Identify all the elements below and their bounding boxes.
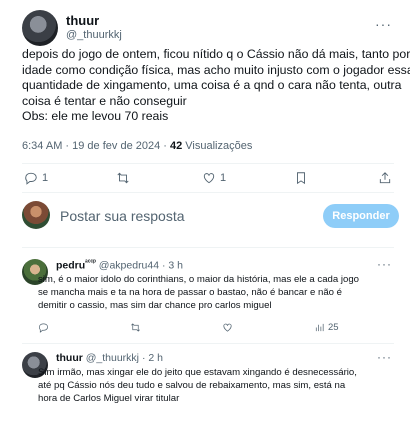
- comment-time[interactable]: · 2 h: [142, 352, 163, 364]
- comment-text: sim, é o maior idolo do corinthians, o m…: [38, 273, 410, 312]
- divider: [22, 343, 394, 344]
- views-count: 42: [169, 140, 183, 152]
- comment-text: Sim irmão, mas xingar ele do jeito que e…: [38, 366, 410, 405]
- divider: [22, 163, 394, 164]
- comment-views-button[interactable]: 25: [314, 322, 406, 333]
- commenter-name[interactable]: pedru: [56, 260, 85, 272]
- reply-count: 1: [42, 172, 49, 184]
- bookmark-icon: [297, 172, 305, 185]
- comment-more-options-icon[interactable]: ···: [377, 350, 392, 364]
- commenter-name[interactable]: thuur: [56, 352, 83, 364]
- comment-text-line: até pq Cássio nós deu tudo e salvou de r…: [38, 380, 346, 391]
- author-avatar[interactable]: [22, 10, 58, 46]
- author-name[interactable]: thuur: [66, 13, 99, 28]
- retweet-icon: [117, 172, 129, 184]
- views-label: Visualizações: [182, 140, 253, 152]
- tweet-text-line: Obs: ele me levou 70 reais: [22, 109, 169, 124]
- comment-more-options-icon[interactable]: ···: [377, 257, 392, 271]
- tweet-meta: 6:34 AM · 19 de fev de 2024 · 42 Visuali…: [22, 140, 252, 152]
- retweet-icon: [131, 323, 140, 332]
- reply-composer: Postar sua resposta Responder: [0, 196, 410, 242]
- reply-submit-button[interactable]: Responder: [323, 204, 399, 228]
- current-user-avatar: [22, 201, 50, 229]
- tweet-text-line: depois do jogo de ontem, ficou nítido q …: [22, 47, 410, 61]
- commenter-handle[interactable]: @akpedru44: [99, 260, 159, 272]
- retweet-button[interactable]: [116, 171, 134, 185]
- like-icon: [203, 173, 215, 184]
- like-icon: [223, 323, 232, 332]
- reply-icon: [25, 172, 37, 185]
- reply-input[interactable]: Postar sua resposta: [60, 208, 185, 224]
- comment-header: pedruᵃᶜᶜᵖ @akpedru44 · 3 h: [56, 259, 183, 272]
- tweet-text-line: quantidade de xingamento, uma coisa é a …: [22, 78, 402, 93]
- author-handle[interactable]: @_thuurkkj: [66, 29, 122, 41]
- comment-reply-button[interactable]: [38, 322, 130, 333]
- commenter-badge: ᵃᶜᶜᵖ: [85, 259, 96, 266]
- comment-text-line: sim, é o maior idolo do corinthians, o m…: [38, 274, 360, 285]
- comment-actions: 25: [38, 322, 406, 333]
- divider: [22, 247, 394, 248]
- divider: [22, 192, 394, 193]
- comment-views-count: 25: [328, 322, 339, 333]
- tweet-timestamp[interactable]: 6:34 AM · 19 de fev de 2024 ·: [22, 140, 170, 152]
- comment-header: thuur @_thuurkkj · 2 h: [56, 352, 163, 364]
- reply-icon: [38, 323, 48, 333]
- comment-text-line: hora de Carlos Miguel virar titular: [38, 393, 180, 404]
- comment-retweet-button[interactable]: [130, 322, 222, 333]
- tweet-text-line: idade como condição física, mas acho mui…: [22, 62, 410, 77]
- share-icon: [379, 172, 391, 184]
- like-count: 1: [220, 172, 227, 184]
- reply-button[interactable]: 1: [24, 171, 48, 185]
- comment-text-line: demitir o cassio, mas sim dar chance pro…: [38, 300, 272, 311]
- like-button[interactable]: 1: [202, 171, 226, 185]
- comment-text-line: se mancha mais e ta na hora de passar o …: [38, 287, 343, 298]
- bookmark-button[interactable]: [294, 171, 308, 185]
- comment-text-line: Sim irmão, mas xingar ele do jeito que e…: [38, 367, 357, 378]
- share-button[interactable]: [378, 171, 392, 185]
- tweet-text: depois do jogo de ontem, ficou nítido q …: [22, 47, 410, 125]
- commenter-handle[interactable]: @_thuurkkj: [86, 352, 139, 364]
- tweet-text-line: coisa é tentar e não conseguir: [22, 93, 187, 108]
- more-options-icon[interactable]: ···: [375, 16, 392, 32]
- comment-like-button[interactable]: [222, 322, 314, 333]
- views-icon: [315, 323, 324, 332]
- comment-time[interactable]: · 3 h: [162, 260, 183, 272]
